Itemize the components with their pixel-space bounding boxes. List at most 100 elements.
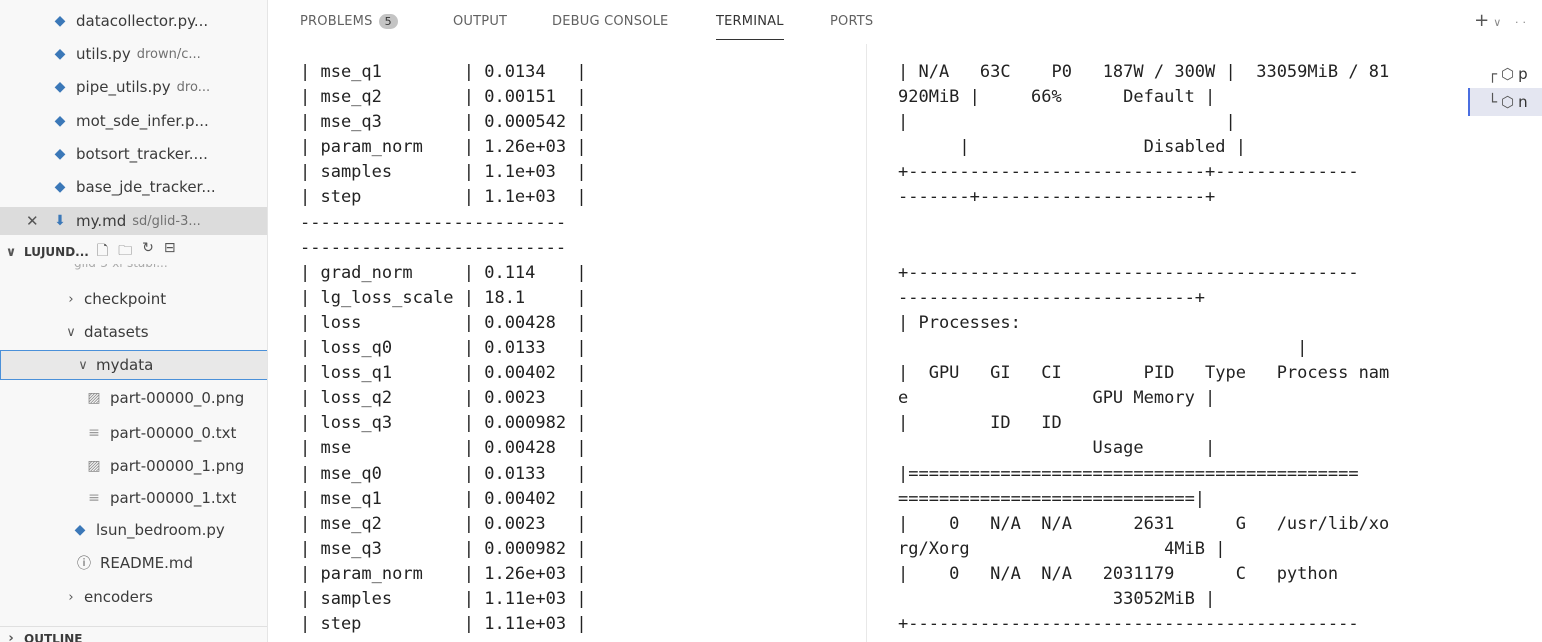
- markdown-file-icon: ⬇: [54, 213, 66, 229]
- chevron-down-icon: ∨: [66, 324, 76, 340]
- close-icon[interactable]: ✕: [26, 212, 46, 230]
- terminal-line: Usage |: [898, 438, 1216, 459]
- chevron-down-icon[interactable]: ∨: [1493, 16, 1505, 29]
- new-terminal-icon[interactable]: +: [1474, 10, 1493, 31]
- tab-debug-console[interactable]: DEBUG CONSOLE: [552, 14, 668, 36]
- open-editor-item[interactable]: ◆ pipe_utils.py dro...: [0, 74, 267, 100]
- terminal-line: | step | 1.1e+03 |: [300, 187, 587, 208]
- terminal-line: | mse_q1 | 0.00402 |: [300, 488, 587, 509]
- more-actions-icon[interactable]: ··: [1515, 16, 1530, 29]
- tree-folder-encoders[interactable]: › encoders: [0, 584, 267, 610]
- tree-label: datasets: [84, 323, 149, 341]
- terminal-line: | mse_q2 | 0.0023 |: [300, 513, 587, 534]
- terminal-line: | mse_q3 | 0.000982 |: [300, 538, 587, 559]
- terminal-line: +---------------------------------------…: [898, 614, 1359, 635]
- terminal-right-output[interactable]: | N/A 63C P0 187W / 300W | 33059MiB / 81…: [898, 60, 1389, 637]
- terminal-line: | param_norm | 1.26e+03 |: [300, 137, 587, 158]
- tree-label: mydata: [96, 356, 154, 374]
- terminal-line: | 0 N/A N/A 2031179 C python: [898, 563, 1339, 584]
- terminal-line: | Processes:: [898, 312, 1021, 333]
- open-editor-item[interactable]: ◆ datacollector.py...: [0, 8, 267, 34]
- terminal-line: | mse_q3 | 0.000542 |: [300, 112, 587, 133]
- tree-top-connector-icon: ┌: [1488, 65, 1498, 83]
- python-file-icon: ◆: [54, 13, 66, 29]
- tree-file[interactable]: ▨ part-00000_0.png: [0, 385, 267, 411]
- tree-file[interactable]: ◆ lsun_bedroom.py: [0, 517, 267, 543]
- outline-title: OUTLINE: [24, 631, 83, 642]
- open-editor-item[interactable]: ◆ utils.py drown/c...: [0, 41, 267, 67]
- terminal-instance-label: p: [1518, 65, 1528, 83]
- terminal-line: --------------------------: [300, 212, 567, 233]
- terminal-cube-icon: ⬡: [1501, 65, 1515, 83]
- workspace-section-header[interactable]: ∨ LUJUND... 🗋 🗀 ↻ ⊟: [0, 240, 267, 264]
- terminal-instance-item-active[interactable]: └ ⬡ n: [1468, 88, 1542, 116]
- tab-problems[interactable]: PROBLEMS 5: [300, 14, 398, 36]
- terminal-line: +---------------------------------------…: [898, 262, 1359, 283]
- terminal-line: | grad_norm | 0.114 |: [300, 262, 587, 283]
- tab-output[interactable]: OUTPUT: [453, 14, 507, 36]
- tab-label: DEBUG CONSOLE: [552, 14, 669, 29]
- python-file-icon: ◆: [74, 522, 86, 538]
- terminal-line: -----------------------------+: [898, 287, 1206, 308]
- tree-folder-datasets[interactable]: ∨ datasets: [0, 319, 267, 345]
- open-editor-item[interactable]: ◆ mot_sde_infer.p...: [0, 108, 267, 134]
- tab-terminal[interactable]: TERMINAL: [716, 14, 784, 40]
- tree-file[interactable]: ≡ part-00000_1.txt: [0, 485, 267, 511]
- open-editor-item-active[interactable]: ✕ ⬇ my.md sd/glid-3...: [0, 207, 267, 235]
- tree-file[interactable]: ≡ part-00000_0.txt: [0, 420, 267, 446]
- collapse-all-icon[interactable]: ⊟: [164, 240, 176, 264]
- terminal-line: | N/A 63C P0 187W / 300W | 33059MiB / 81: [898, 62, 1390, 82]
- terminal-instance-label: n: [1518, 93, 1528, 111]
- chevron-right-icon: ›: [68, 291, 74, 307]
- terminal-line: | mse_q1 | 0.0134 |: [300, 62, 587, 82]
- tree-file[interactable]: ⓘ README.md: [0, 550, 267, 576]
- open-editor-desc: sd/glid-3...: [132, 213, 201, 229]
- new-file-icon[interactable]: 🗋: [97, 240, 108, 264]
- python-file-icon: ◆: [54, 146, 66, 162]
- python-file-icon: ◆: [54, 79, 66, 95]
- tree-file[interactable]: ▨ part-00000_1.png: [0, 453, 267, 479]
- terminal-line: | loss | 0.00428 |: [300, 312, 587, 333]
- terminal-left-output[interactable]: | mse_q1 | 0.0134 | | mse_q2 | 0.00151 | |…: [300, 60, 587, 637]
- terminal-line: | mse | 0.00428 |: [300, 438, 587, 459]
- open-editor-label: mot_sde_infer.p...: [76, 112, 209, 130]
- open-editor-label: my.md: [76, 212, 127, 230]
- terminal-cube-icon: ⬡: [1501, 93, 1515, 111]
- tree-label: checkpoint: [84, 290, 167, 308]
- tree-label: part-00000_0.txt: [110, 424, 237, 442]
- image-file-icon: ▨: [87, 390, 101, 406]
- terminal-line: | mse_q0 | 0.0133 |: [300, 463, 587, 484]
- tree-folder-checkpoint[interactable]: › checkpoint: [0, 286, 267, 312]
- terminal-line: 33052MiB |: [898, 588, 1216, 609]
- python-file-icon: ◆: [54, 46, 66, 62]
- terminal-line: -------+----------------------+: [898, 187, 1216, 208]
- terminal-line: | loss_q1 | 0.00402 |: [300, 363, 587, 384]
- open-editor-item[interactable]: ◆ botsort_tracker....: [0, 141, 267, 167]
- panel-actions: +∨ ··: [1474, 10, 1530, 31]
- terminal-line: | step | 1.11e+03 |: [300, 614, 587, 635]
- refresh-icon[interactable]: ↻: [142, 240, 154, 264]
- tab-label: PORTS: [830, 14, 874, 29]
- python-file-icon: ◆: [54, 113, 66, 129]
- terminal-line: | 0 N/A N/A 2631 G /usr/lib/xo: [898, 513, 1390, 534]
- outline-section-header[interactable]: › OUTLINE: [0, 626, 267, 642]
- tree-label: part-00000_1.png: [110, 457, 245, 475]
- panel-tabbar: PROBLEMS 5 OUTPUT DEBUG CONSOLE TERMINAL …: [268, 0, 1542, 44]
- tree-label: lsun_bedroom.py: [96, 521, 225, 539]
- terminal-instance-item[interactable]: ┌ ⬡ p: [1468, 60, 1542, 88]
- terminal-line: |: [898, 338, 1308, 359]
- terminal-line: +-----------------------------+---------…: [898, 162, 1359, 183]
- info-icon: ⓘ: [77, 556, 91, 572]
- open-editor-desc: drown/c...: [136, 46, 201, 62]
- tree-label: encoders: [84, 588, 153, 606]
- terminal-line: rg/Xorg 4MiB |: [898, 538, 1226, 559]
- open-editor-item[interactable]: ◆ base_jde_tracker...: [0, 174, 267, 200]
- terminal-line: | loss_q2 | 0.0023 |: [300, 388, 587, 409]
- terminal-split-divider[interactable]: [866, 44, 867, 642]
- new-folder-icon[interactable]: 🗀: [118, 240, 132, 264]
- tab-label: TERMINAL: [716, 14, 784, 29]
- tab-ports[interactable]: PORTS: [830, 14, 873, 36]
- tree-folder-mydata[interactable]: ∨ mydata: [0, 350, 267, 380]
